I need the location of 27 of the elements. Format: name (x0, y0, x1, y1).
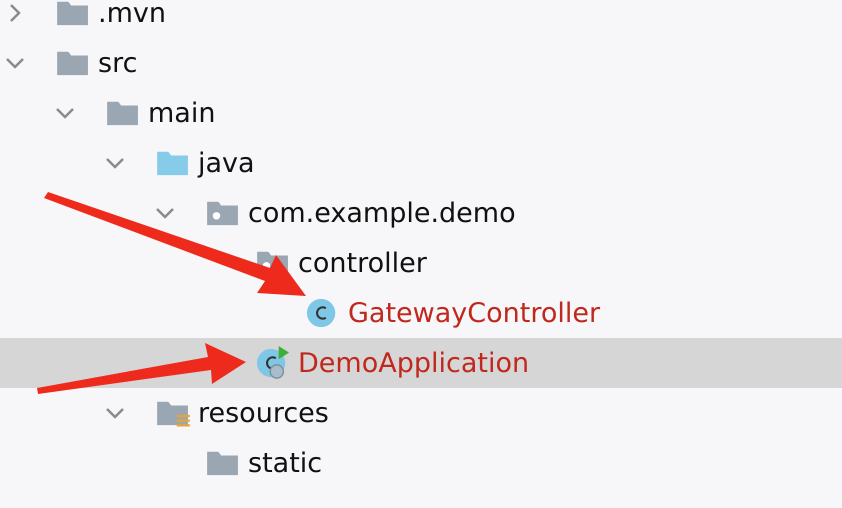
tree-item-label: GatewayController (347, 298, 600, 328)
tree-item-label: src (97, 48, 138, 78)
folder-icon (56, 0, 90, 27)
resources-folder-icon (156, 399, 190, 427)
tree-item-label: static (247, 448, 322, 478)
tree-row[interactable]: com.example.demo (0, 188, 842, 238)
tree-item-label: main (147, 98, 216, 128)
tree-row[interactable]: resources (0, 388, 842, 438)
tree-item-label: resources (197, 398, 329, 428)
tree-row[interactable]: DemoApplication (0, 338, 842, 388)
tree-row[interactable]: static (0, 438, 842, 488)
tree-row[interactable]: java (0, 138, 842, 188)
tree-item-label: DemoApplication (297, 348, 530, 378)
tree-item-label: com.example.demo (247, 198, 516, 228)
package-folder-icon (206, 199, 240, 227)
tree-row[interactable]: .mvn (0, 0, 842, 38)
folder-icon (156, 149, 190, 177)
tree-item-label: .mvn (97, 0, 166, 28)
tree-row[interactable]: main (0, 88, 842, 138)
tree-item-label: java (196, 148, 255, 178)
tree-item-label: controller (297, 248, 427, 278)
folder-icon (56, 49, 90, 77)
runnable-class-icon (256, 346, 290, 380)
tree-row[interactable]: src (0, 38, 842, 88)
folder-icon (106, 99, 140, 127)
folder-icon (206, 449, 240, 477)
tree-row[interactable]: GatewayController (0, 288, 842, 338)
